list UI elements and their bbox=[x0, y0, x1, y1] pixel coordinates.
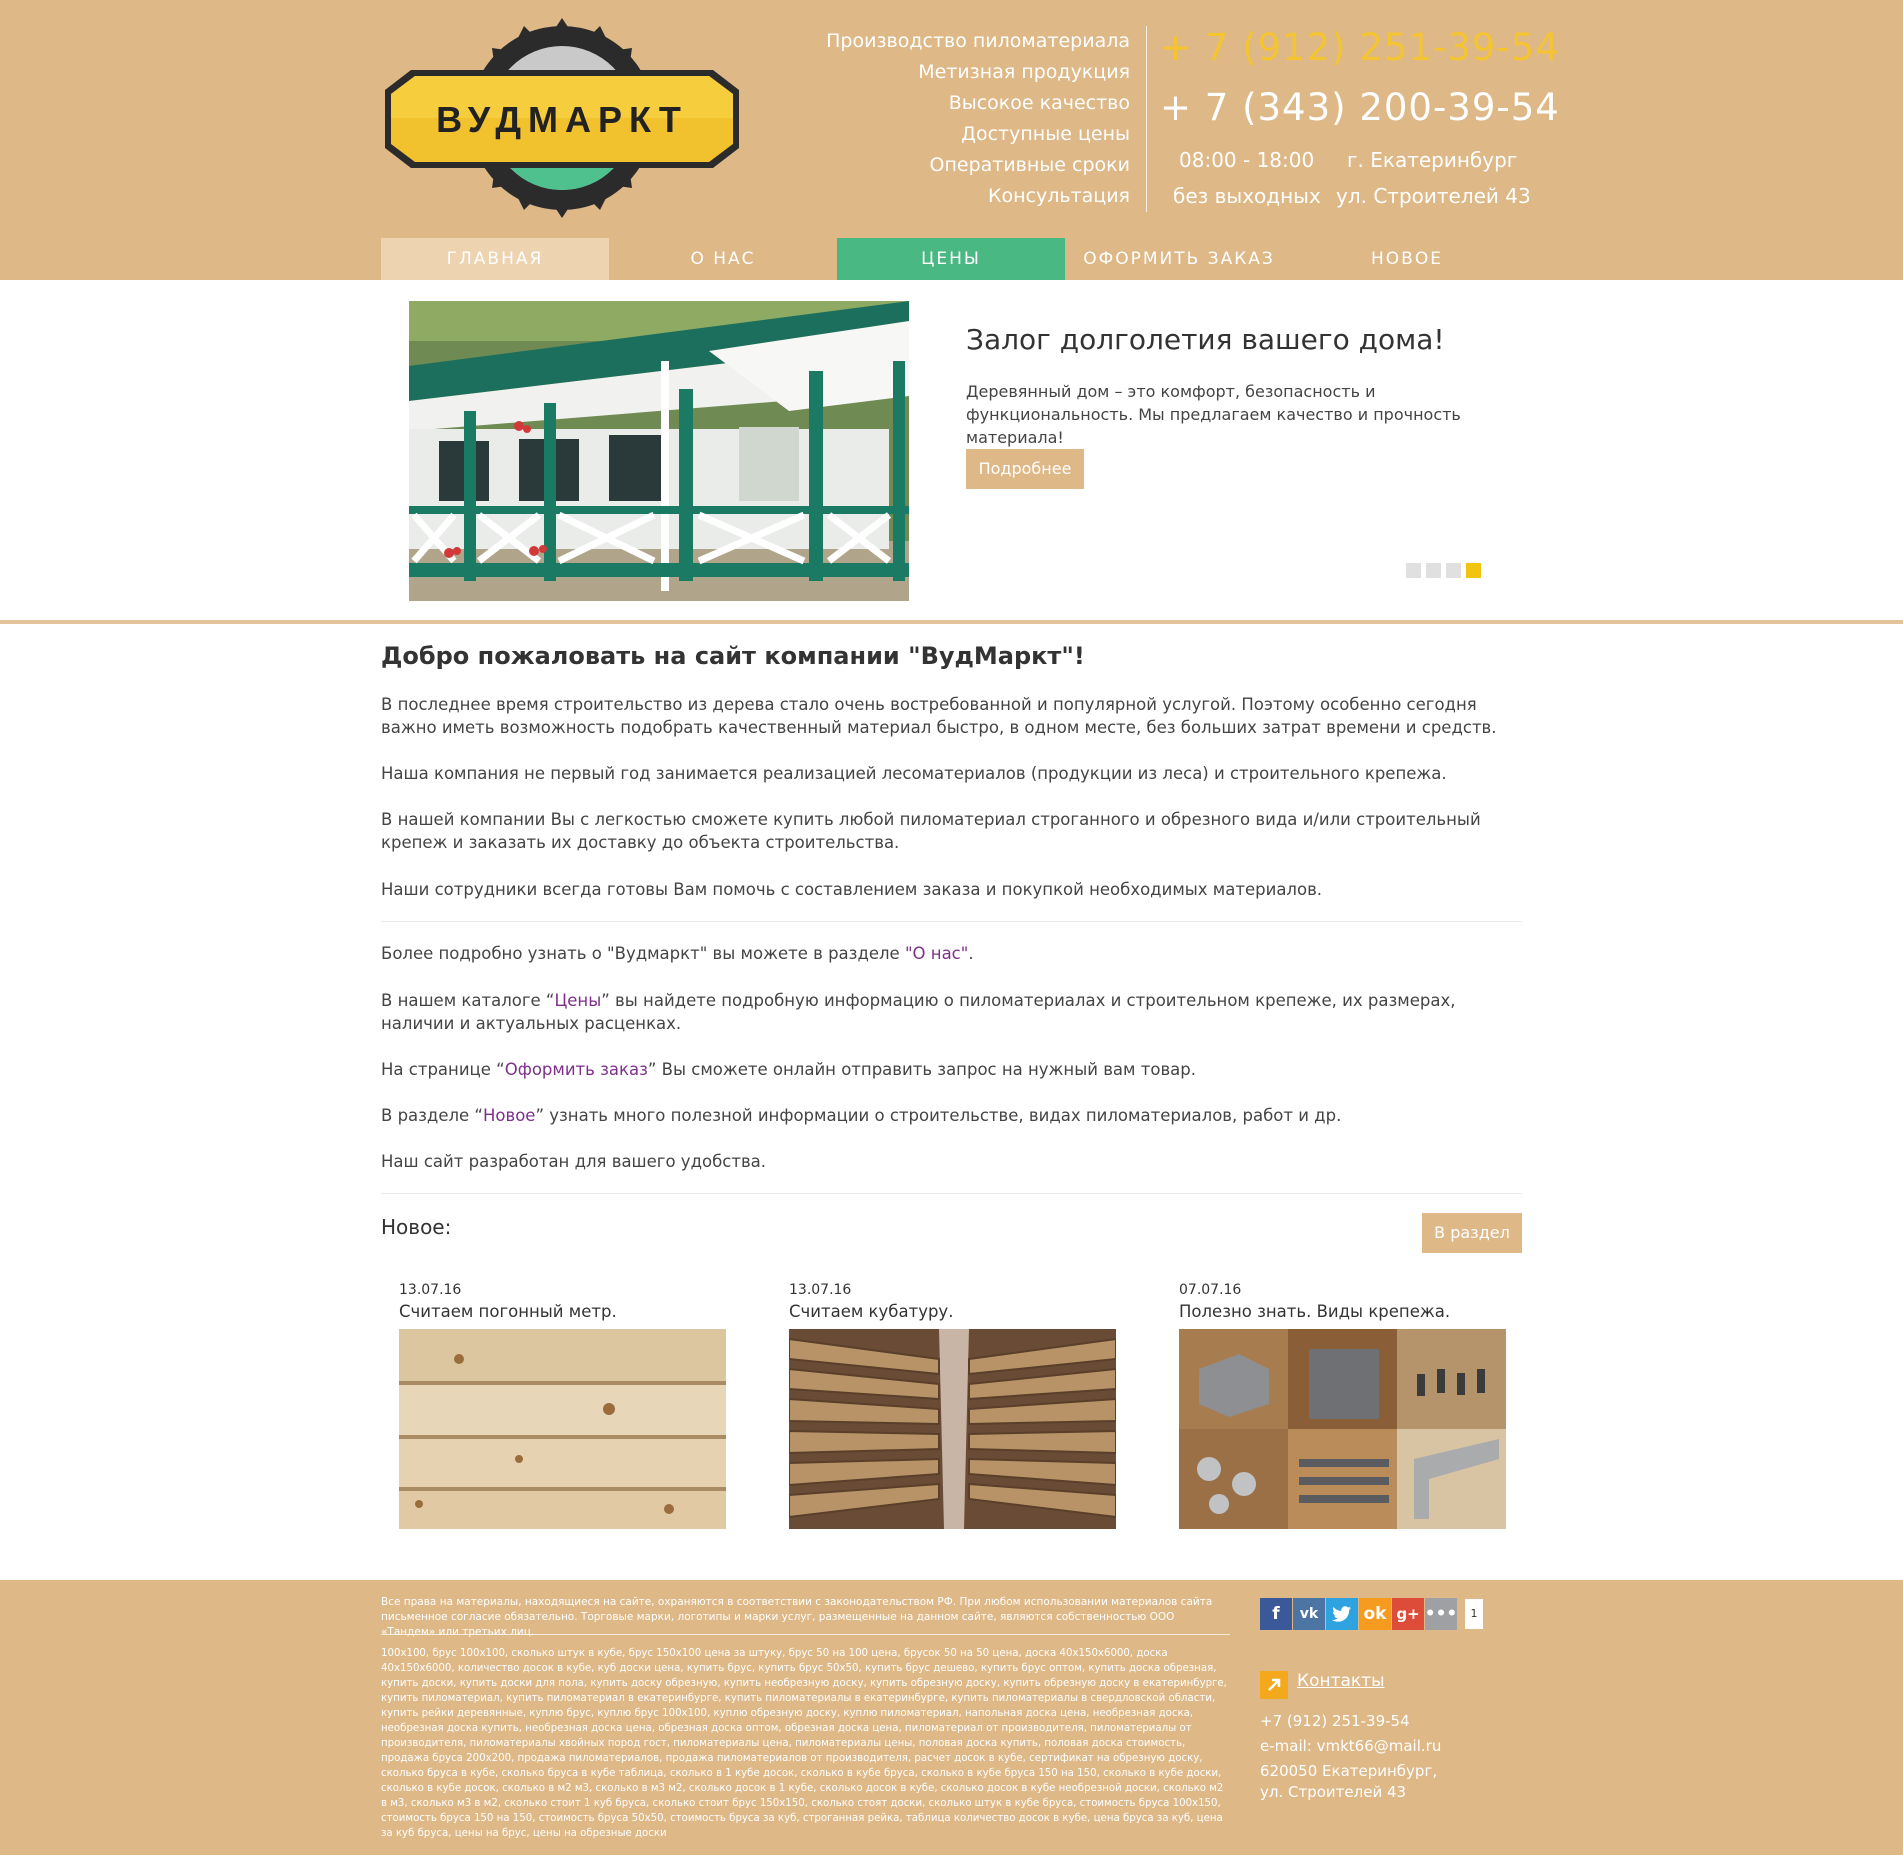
footer-email[interactable]: e-mail: vmkt66@mail.ru bbox=[1260, 1737, 1441, 1755]
content-separator-1 bbox=[381, 921, 1522, 922]
footer-address-line-1: 620050 Екатеринбург, bbox=[1260, 1762, 1438, 1780]
news-image-planks[interactable] bbox=[399, 1329, 726, 1529]
news-title[interactable]: Полезно знать. Виды крепежа. bbox=[1179, 1301, 1506, 1323]
slider-divider bbox=[0, 620, 1903, 624]
text-span: Более подробно узнать о "Вудмаркт" вы мо… bbox=[381, 944, 905, 963]
nav-order[interactable]: ОФОРМИТЬ ЗАКАЗ bbox=[1065, 238, 1293, 280]
prices-link-paragraph: В нашем каталоге “Цены” вы найдете подро… bbox=[381, 989, 1522, 1035]
logo-text: ВУДМАРКТ bbox=[436, 99, 688, 140]
slogan-consult: Консультация bbox=[988, 185, 1130, 207]
footer-address-line-2: ул. Строителей 43 bbox=[1260, 1783, 1407, 1801]
welcome-title: Добро пожаловать на сайт компании "ВудМа… bbox=[381, 642, 1085, 670]
slogan-hardware: Метизная продукция bbox=[918, 61, 1130, 83]
slider-dots bbox=[1406, 563, 1481, 578]
intro-paragraph-2: Наша компания не первый год занимается р… bbox=[381, 764, 1447, 783]
news-link[interactable]: Новое bbox=[483, 1106, 535, 1125]
news-date: 13.07.16 bbox=[399, 1282, 462, 1298]
facebook-icon[interactable]: f bbox=[1260, 1598, 1292, 1630]
prices-link[interactable]: Цены bbox=[554, 991, 601, 1010]
slide-title: Залог долголетия вашего дома! bbox=[966, 323, 1445, 356]
order-link[interactable]: Оформить заказ bbox=[505, 1060, 648, 1079]
header-slogans: Производство пиломатериала Метизная прод… bbox=[820, 26, 1130, 212]
more-icon[interactable]: ••• bbox=[1425, 1598, 1457, 1630]
twitter-bird-shape bbox=[1332, 1606, 1351, 1622]
phone-mobile[interactable]: + 7 (912) 251-39-54 bbox=[1160, 26, 1560, 69]
phone-landline[interactable]: + 7 (343) 200-39-54 bbox=[1160, 86, 1560, 129]
slider-photo-house-veranda bbox=[409, 301, 909, 601]
content-separator-2 bbox=[381, 1193, 1522, 1194]
work-days: без выходных bbox=[1173, 184, 1321, 208]
nav-about[interactable]: О НАС bbox=[609, 238, 837, 280]
intro-paragraph-4: Наши сотрудники всегда готовы Вам помочь… bbox=[381, 880, 1323, 899]
street-address: ул. Строителей 43 bbox=[1336, 184, 1531, 208]
footer-phone[interactable]: +7 (912) 251-39-54 bbox=[1260, 1712, 1410, 1730]
news-section-button[interactable]: В раздел bbox=[1422, 1213, 1522, 1253]
about-link-paragraph: Более подробно узнать о "Вудмаркт" вы мо… bbox=[381, 942, 1522, 965]
text-span: На странице “ bbox=[381, 1060, 505, 1079]
news-title[interactable]: Считаем кубатуру. bbox=[789, 1301, 1116, 1323]
city: г. Екатеринбург bbox=[1347, 148, 1518, 172]
news-card[interactable]: 13.07.16 Считаем погонный метр. bbox=[399, 1281, 726, 1533]
news-card[interactable]: 07.07.16 Полезно знать. Виды крепежа. bbox=[1179, 1281, 1506, 1533]
news-image-lumber-stack[interactable] bbox=[788, 1329, 1117, 1529]
share-counter: 1 bbox=[1465, 1599, 1483, 1629]
footer-keywords: 100х100, брус 100х100, сколько штук в ку… bbox=[381, 1648, 1227, 1839]
nav-prices[interactable]: ЦЕНЫ bbox=[837, 238, 1065, 280]
social-share-bar: f vk ok g+ ••• bbox=[1260, 1598, 1457, 1630]
text-span: В нашем каталоге “ bbox=[381, 991, 555, 1010]
news-card[interactable]: 13.07.16 Считаем кубатуру. bbox=[788, 1281, 1117, 1533]
arrow-shape bbox=[1268, 1678, 1281, 1691]
slider-dot[interactable] bbox=[1426, 563, 1441, 578]
slider-dot[interactable] bbox=[1446, 563, 1461, 578]
nav-news[interactable]: НОВОЕ bbox=[1293, 238, 1521, 280]
intro-paragraph-1: В последнее время строительство из дерев… bbox=[381, 695, 1497, 737]
main-nav: ГЛАВНАЯ О НАС ЦЕНЫ ОФОРМИТЬ ЗАКАЗ НОВОЕ bbox=[381, 238, 1521, 280]
slogan-production: Производство пиломатериала bbox=[826, 30, 1130, 52]
news-date: 13.07.16 bbox=[789, 1282, 852, 1298]
header-divider bbox=[1146, 26, 1147, 212]
slide-text: Деревянный дом – это комфорт, безопаснос… bbox=[966, 382, 1461, 447]
slogan-prices: Доступные цены bbox=[961, 123, 1130, 145]
work-hours: 08:00 - 18:00 bbox=[1179, 148, 1315, 172]
news-date: 07.07.16 bbox=[1179, 1282, 1242, 1298]
slogan-quality: Высокое качество bbox=[948, 92, 1130, 114]
slogan-terms: Оперативные сроки bbox=[929, 154, 1131, 176]
vudmarkt-logo[interactable]: ВУДМАРКТ bbox=[381, 18, 743, 218]
intro-paragraph-3: В нашей компании Вы с легкостью сможете … bbox=[381, 810, 1481, 852]
odnoklassniki-icon[interactable]: ok bbox=[1359, 1598, 1391, 1630]
twitter-icon[interactable] bbox=[1326, 1598, 1358, 1630]
news-title[interactable]: Считаем погонный метр. bbox=[399, 1301, 726, 1323]
news-section-label: Новое: bbox=[381, 1215, 452, 1239]
news-image-fasteners[interactable] bbox=[1179, 1329, 1506, 1529]
news-link-paragraph: В разделе “Новое” узнать много полезной … bbox=[381, 1104, 1522, 1127]
text-span: В разделе “ bbox=[381, 1106, 483, 1125]
text-span: ” узнать много полезной информации о стр… bbox=[535, 1106, 1342, 1125]
google-plus-icon[interactable]: g+ bbox=[1392, 1598, 1424, 1630]
nav-home[interactable]: ГЛАВНАЯ bbox=[381, 238, 609, 280]
about-link[interactable]: "О нас" bbox=[905, 944, 968, 963]
order-link-paragraph: На странице “Оформить заказ” Вы сможете … bbox=[381, 1058, 1522, 1081]
text-span: ” Вы сможете онлайн отправить запрос на … bbox=[647, 1060, 1196, 1079]
slider-dot[interactable] bbox=[1406, 563, 1421, 578]
slide-more-button[interactable]: Подробнее bbox=[966, 449, 1084, 489]
arrow-up-right-icon[interactable] bbox=[1260, 1671, 1288, 1699]
footer-separator bbox=[381, 1634, 1230, 1635]
text-span: . bbox=[968, 944, 974, 963]
vk-icon[interactable]: vk bbox=[1293, 1598, 1325, 1630]
convenience-paragraph: Наш сайт разработан для вашего удобства. bbox=[381, 1152, 767, 1171]
contacts-link[interactable]: Контакты bbox=[1297, 1671, 1385, 1691]
slider-dot[interactable] bbox=[1466, 563, 1481, 578]
